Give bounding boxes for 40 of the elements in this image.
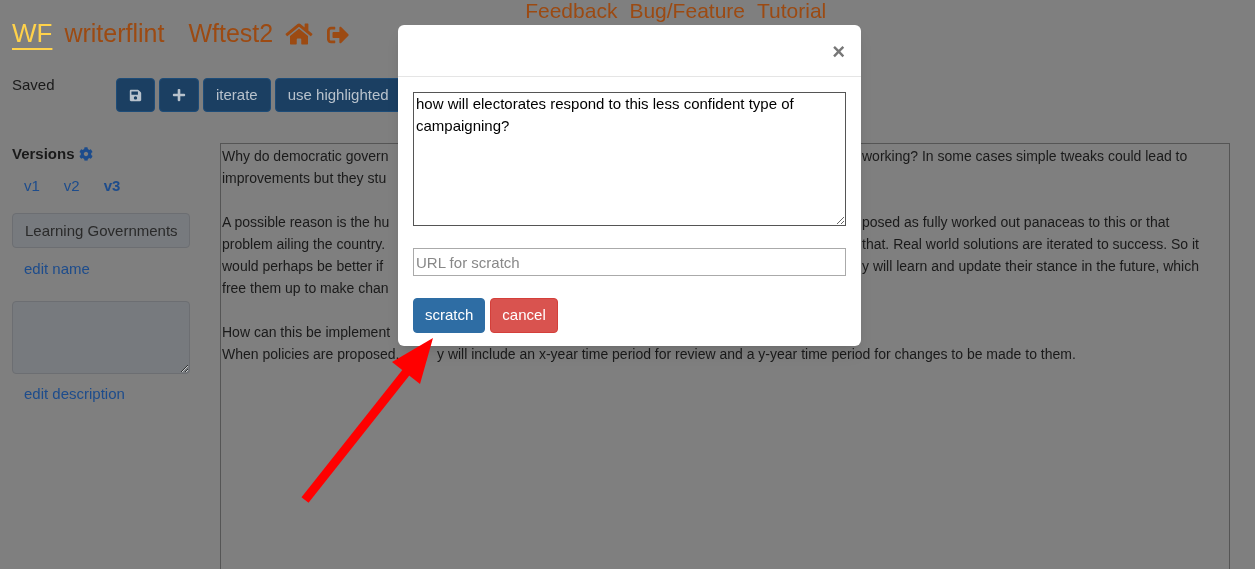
version-link[interactable]: v1 (24, 174, 40, 197)
editor-text: free them up to make chan (222, 279, 389, 298)
nav-link[interactable]: Feedback (525, 0, 618, 23)
version-link[interactable]: v2 (63, 174, 80, 197)
editor-text: Why do democratic govern (222, 147, 389, 166)
edit-description-link[interactable]: edit description (12, 382, 190, 405)
settings-icon[interactable] (78, 147, 93, 162)
editor-text: A possible reason is the hu (222, 213, 390, 232)
editor-text: that. Real world solutions are iterated to success. So it (862, 235, 1199, 254)
editor-text: problem ailing the country. (222, 235, 386, 254)
version-link[interactable]: v3 (103, 174, 121, 197)
editor-text: improvements but they stu (222, 169, 387, 188)
brand-name[interactable]: writerflint (64, 21, 165, 46)
edit-name-link[interactable]: edit name (12, 258, 190, 281)
add-button[interactable] (159, 78, 199, 112)
text-area[interactable]: how will electorates respond to this less confident type of campaigning? (413, 92, 846, 226)
plus-icon (172, 88, 186, 102)
editor-text: y will learn and update their stance in the future, which (862, 257, 1199, 276)
description-field[interactable] (12, 300, 190, 374)
nav-link[interactable]: Tutorial (757, 0, 827, 23)
editor-text: working? In some cases simple tweaks could lead to (862, 147, 1188, 166)
logo[interactable]: WF (12, 20, 53, 46)
cancel-button[interactable]: cancel (490, 298, 558, 333)
save-icon (129, 88, 142, 102)
save-button[interactable] (116, 78, 155, 112)
editor-text: How can this be implement (222, 323, 391, 342)
save-status: Saved (12, 75, 56, 95)
editor-text: When policies are proposed, (222, 345, 400, 364)
scratch-button[interactable]: scratch (413, 298, 486, 333)
url-field[interactable]: URL for scratch (413, 248, 846, 276)
name-field[interactable]: Learning Governments (12, 213, 190, 248)
editor-text: posed as fully worked out panaceas to this or that (862, 213, 1170, 232)
nav-link[interactable]: Bug/Feature (629, 0, 745, 23)
close-button[interactable]: × (832, 40, 845, 63)
editor-text: would perhaps be better if (222, 257, 384, 276)
toolbar-button[interactable]: iterate (203, 78, 271, 112)
versions-heading: Versions (12, 144, 75, 164)
editor-text: y will include an x-year time period for review and a y-year time period for changes to be made to them. (437, 345, 1076, 364)
project-name[interactable]: Wftest2 (188, 21, 274, 46)
home-icon[interactable] (285, 22, 314, 46)
